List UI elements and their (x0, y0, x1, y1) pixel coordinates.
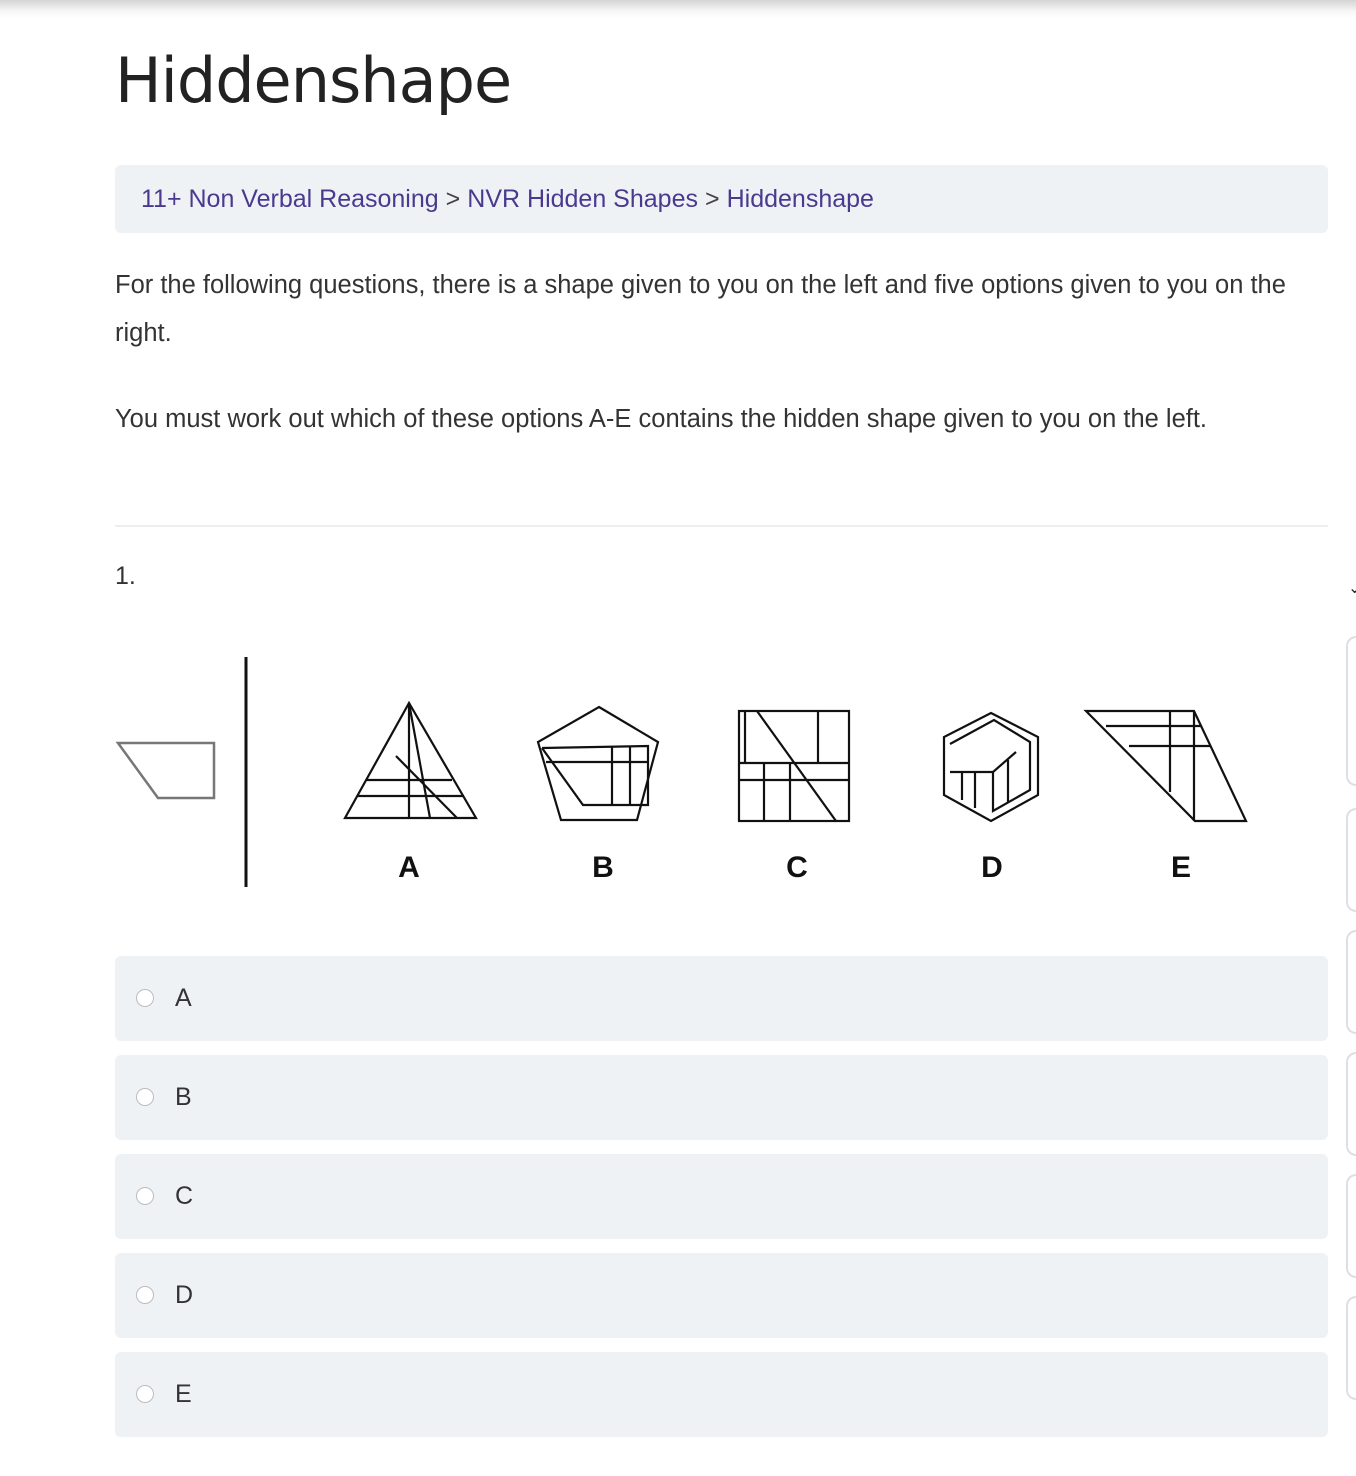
breadcrumb-link-nvr[interactable]: 11+ Non Verbal Reasoning (141, 185, 439, 213)
figure-option-e (1083, 709, 1248, 823)
breadcrumb-separator: > (704, 185, 720, 213)
figure-option-a (343, 700, 478, 820)
breadcrumb-link-hidden-shapes[interactable]: NVR Hidden Shapes (467, 185, 698, 213)
breadcrumb-link-current[interactable]: Hiddenshape (727, 185, 874, 213)
browser-top-bar (0, 0, 1356, 18)
figure-option-b (536, 705, 660, 822)
option-label: C (175, 1182, 194, 1210)
option-label: B (175, 1083, 192, 1111)
figure-option-d (942, 711, 1040, 823)
answer-option-c[interactable]: C (115, 1154, 1328, 1239)
page-title: Hiddenshape (115, 44, 512, 117)
radio-button[interactable] (136, 1187, 154, 1205)
question-figure: A B C D E (115, 657, 1248, 887)
figure-label-e: E (1171, 851, 1191, 884)
radio-button[interactable] (136, 1088, 154, 1106)
answer-option-b[interactable]: B (115, 1055, 1328, 1140)
question-number: 1. (115, 562, 136, 590)
figure-label-d: D (981, 851, 1003, 884)
side-panel-tab[interactable] (1346, 636, 1356, 786)
answer-option-a[interactable]: A (115, 956, 1328, 1041)
instructions-paragraph-2: You must work out which of these options… (115, 405, 1208, 433)
instructions-paragraph-1: For the following questions, there is a … (115, 271, 1286, 347)
figure-option-c (737, 709, 851, 823)
side-panel-tab[interactable] (1346, 1174, 1356, 1278)
chevron-down-icon[interactable]: ⌄ (1348, 578, 1356, 598)
section-divider (115, 525, 1328, 527)
breadcrumb: 11+ Non Verbal Reasoning > NVR Hidden Shap… (115, 165, 1328, 233)
side-panel-tab[interactable] (1346, 1296, 1356, 1400)
radio-button[interactable] (136, 989, 154, 1007)
side-panel-tab[interactable] (1346, 808, 1356, 912)
answer-option-e[interactable]: E (115, 1352, 1328, 1437)
option-label: A (175, 984, 192, 1012)
answer-option-d[interactable]: D (115, 1253, 1328, 1338)
figure-label-a: A (398, 851, 420, 884)
side-panel-tab[interactable] (1346, 930, 1356, 1034)
option-label: E (175, 1380, 192, 1408)
radio-button[interactable] (136, 1286, 154, 1304)
breadcrumb-separator: > (445, 185, 461, 213)
side-panel-tab[interactable] (1346, 1052, 1356, 1156)
radio-button[interactable] (136, 1385, 154, 1403)
figure-label-c: C (786, 851, 808, 884)
option-label: D (175, 1281, 194, 1309)
target-shape (115, 741, 216, 800)
figure-label-b: B (592, 851, 614, 884)
